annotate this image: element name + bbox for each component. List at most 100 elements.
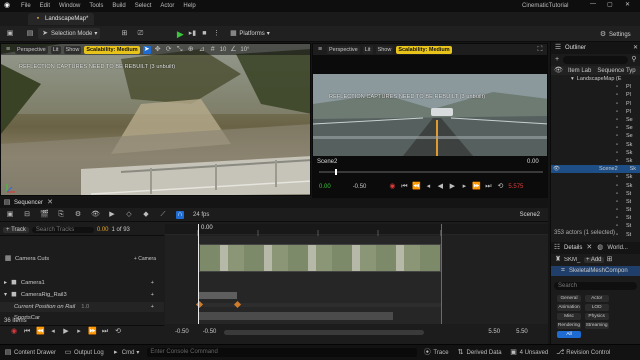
sportscar-section[interactable] — [199, 312, 393, 320]
search-tracks-input[interactable]: Search Tracks — [31, 226, 94, 233]
selection-mode-button[interactable]: ➤ Selection Mode ▾ — [38, 28, 101, 39]
blueprint-icon[interactable]: ⊞ — [606, 256, 614, 264]
outliner-row[interactable]: ▫ St — [551, 190, 640, 198]
lit-button[interactable]: Lit — [362, 45, 373, 54]
stop-icon[interactable]: ■ — [200, 30, 208, 38]
auto-key-icon[interactable]: ◆ — [142, 211, 150, 219]
camera-icon[interactable]: ⎘ — [57, 211, 65, 219]
output-log-button[interactable]: ▭ Output Log — [64, 349, 104, 357]
outliner-row[interactable]: ▫ Sk — [551, 149, 640, 157]
play-icon[interactable]: ▶ — [62, 328, 70, 336]
content-drawer-button[interactable]: ▤ Content Drawer — [4, 349, 56, 357]
outliner-row[interactable]: ▫ St — [551, 198, 640, 206]
angle-value[interactable]: 10° — [240, 47, 249, 53]
loop-icon[interactable]: ⟲ — [496, 183, 504, 191]
surface-snap-icon[interactable]: ⊿ — [198, 46, 206, 54]
outliner-row[interactable]: ▫ Pl — [551, 91, 640, 99]
key-icon[interactable]: ◇ — [125, 211, 133, 219]
chip-physics[interactable]: Physics — [584, 313, 609, 320]
sequencer-title[interactable]: Sequencer — [14, 200, 43, 206]
show-button[interactable]: Show — [63, 45, 82, 54]
outliner-row[interactable]: ▫ Se — [551, 124, 640, 132]
prev-key-icon[interactable]: ⏪ — [412, 183, 421, 191]
scrubber-playhead[interactable] — [335, 169, 337, 175]
playback-options-icon[interactable]: ▶ — [108, 211, 116, 219]
next-key-icon[interactable]: ⏩ — [472, 183, 481, 191]
trace-button[interactable]: ⦿ Trace — [423, 349, 449, 357]
add-key-icon[interactable]: + — [151, 304, 154, 310]
outliner-row[interactable]: ▫ Sk — [551, 141, 640, 149]
step-icon[interactable]: ▸▮ — [188, 30, 196, 38]
expand-icon[interactable]: ▾ — [4, 292, 7, 298]
play-icon[interactable]: ▶ — [448, 183, 456, 191]
range-end[interactable]: 5.50 — [488, 329, 500, 335]
add-icon[interactable]: + — [151, 280, 154, 286]
camera1-section[interactable] — [199, 292, 237, 299]
step-forward-icon[interactable]: ▸ — [75, 328, 83, 336]
track-camera-cuts[interactable]: ▦ Camera Cuts + Camera — [0, 250, 164, 268]
loop-icon[interactable]: ⟲ — [114, 328, 122, 336]
outliner-row[interactable]: ▫ St — [551, 206, 640, 214]
view-options-icon[interactable]: 👁 — [91, 211, 100, 219]
close-icon[interactable]: ✕ — [585, 244, 593, 252]
platforms-button[interactable]: ▦ Platforms ▾ — [226, 28, 272, 39]
chip-general[interactable]: General — [557, 295, 581, 302]
outliner-root-row[interactable]: ▾ LandscapeMap (E — [551, 75, 640, 83]
snap-icon[interactable]: ∩ — [176, 210, 184, 219]
curve-editor-icon[interactable]: ⟋ — [159, 211, 167, 219]
menu-select[interactable]: Select — [135, 3, 152, 9]
outliner-row[interactable]: ▫ Sk — [551, 181, 640, 189]
scalability-badge[interactable]: Scalability: Medium — [396, 45, 452, 54]
menu-build[interactable]: Build — [112, 3, 125, 9]
scale-tool-icon[interactable]: ⤡ — [176, 46, 184, 54]
outliner-row[interactable]: ▫ Sk — [551, 157, 640, 165]
cinematic-scrubber[interactable] — [319, 169, 543, 175]
menu-window[interactable]: Window — [59, 3, 80, 9]
track-camera-rig[interactable]: ▾ ◼ CameraRig_Rail3 + — [0, 290, 164, 300]
outliner-row[interactable]: ▫ Se — [551, 132, 640, 140]
details-actor-name[interactable]: SKM_ — [564, 257, 582, 263]
move-tool-icon[interactable]: ✥ — [154, 46, 162, 54]
details-search-input[interactable]: Search — [554, 282, 637, 290]
close-icon[interactable]: ✕ — [633, 44, 638, 51]
camera-cut-section[interactable] — [199, 244, 441, 272]
save-icon[interactable]: ▣ — [6, 211, 14, 219]
track-camera1[interactable]: ▸ ◼ Camera1 + — [0, 278, 164, 288]
add-component-button[interactable]: + Add — [584, 257, 604, 263]
save-icon[interactable]: ▣ — [6, 30, 14, 38]
outliner-row[interactable]: ▫ Se — [551, 116, 640, 124]
chip-rendering[interactable]: Rendering — [557, 322, 581, 329]
more-options-icon[interactable]: ⋮ — [212, 30, 220, 38]
cinematics-icon[interactable]: ⎚ — [136, 30, 144, 38]
range-scrollbar[interactable] — [224, 329, 425, 335]
col-item-label[interactable]: Item Lab — [568, 68, 591, 74]
col-type-label[interactable]: Sequence Typ — [597, 68, 635, 74]
track-current-position[interactable]: Current Position on Rail 1.0 + — [0, 302, 164, 312]
play-reverse-icon[interactable]: ◀ — [436, 183, 444, 191]
current-time[interactable]: 0.00 — [97, 227, 109, 233]
add-camera-button[interactable]: + Camera — [134, 256, 156, 262]
render-icon[interactable]: 🎬 — [40, 211, 49, 219]
hamburger-icon[interactable]: ≡ — [4, 46, 12, 54]
chip-actor[interactable]: Actor — [584, 295, 609, 302]
skip-start-icon[interactable]: ⏮ — [23, 328, 31, 336]
grid-value[interactable]: 10 — [220, 47, 227, 53]
menu-actor[interactable]: Actor — [160, 3, 174, 9]
settings-button[interactable]: ⚙ Settings — [596, 29, 634, 40]
current-position-value[interactable]: 1.0 — [81, 304, 89, 310]
derived-data-button[interactable]: ⇅ Derived Data — [457, 349, 502, 357]
tab-details[interactable]: Details — [564, 245, 582, 251]
angle-snap-icon[interactable]: ∠ — [229, 46, 237, 54]
grid-snap-icon[interactable]: # — [209, 46, 217, 54]
menu-file[interactable]: File — [21, 3, 31, 9]
outliner-row[interactable]: ▫ Pl — [551, 83, 640, 91]
chip-lod[interactable]: LOD — [584, 304, 609, 311]
menu-help[interactable]: Help — [183, 3, 195, 9]
eye-icon[interactable]: 👁 — [553, 166, 560, 172]
show-button[interactable]: Show — [375, 45, 394, 54]
expand-icon[interactable]: ▸ — [4, 280, 7, 286]
maximize-viewport-icon[interactable]: ⛶ — [536, 46, 544, 54]
details-component-row[interactable]: ⌗ SkeletalMeshCompon — [551, 266, 640, 276]
add-track-button[interactable]: + Track — [3, 226, 29, 233]
maximize-icon[interactable]: ▢ — [607, 1, 613, 8]
